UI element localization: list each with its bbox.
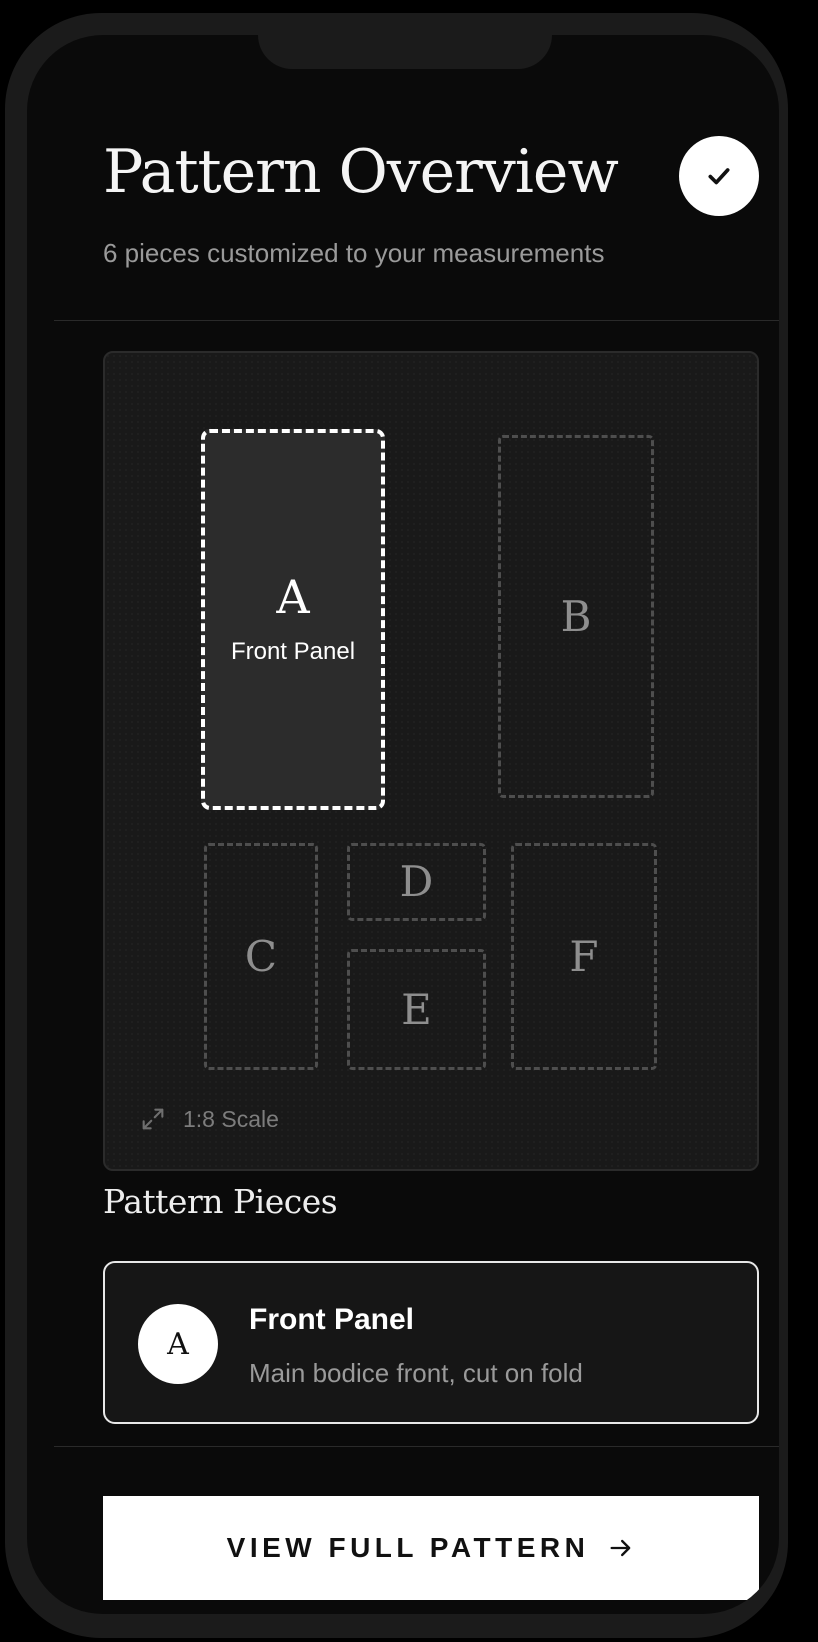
piece-letter: E <box>401 984 432 1034</box>
page-subtitle: 6 pieces customized to your measurements <box>103 238 605 268</box>
piece-badge: A <box>138 1304 218 1384</box>
arrow-right-icon <box>610 1539 631 1557</box>
footer-divider <box>54 1446 779 1447</box>
piece-description: Main bodice front, cut on fold <box>249 1358 583 1388</box>
piece-letter: C <box>244 931 278 981</box>
pattern-piece-a[interactable]: A Front Panel <box>201 429 385 810</box>
piece-letter: B <box>560 591 592 641</box>
piece-letter: F <box>569 931 599 981</box>
app-screen: Pattern Overview 6 pieces customized to … <box>27 35 779 1614</box>
pattern-piece-d[interactable]: D <box>347 843 486 921</box>
cta-label: VIEW FULL PATTERN <box>226 1532 590 1563</box>
pattern-piece-b[interactable]: B <box>498 435 654 798</box>
header-divider <box>54 320 779 321</box>
expand-arrows-icon <box>142 1108 164 1130</box>
piece-letter: A <box>276 569 310 624</box>
device-notch <box>258 35 552 69</box>
page-title: Pattern Overview <box>103 137 619 207</box>
scale-label: 1:8 Scale <box>183 1105 279 1132</box>
pattern-layout-canvas: A Front Panel B C D E F 1:8 Scale <box>103 351 759 1171</box>
piece-name: Front Panel <box>249 1303 415 1336</box>
section-title: Pattern Pieces <box>103 1182 338 1221</box>
pattern-piece-f[interactable]: F <box>511 843 657 1070</box>
piece-letter: D <box>399 857 434 906</box>
pattern-piece-e[interactable]: E <box>347 949 486 1070</box>
pattern-piece-c[interactable]: C <box>204 843 318 1070</box>
scale-indicator: 1:8 Scale <box>139 1105 279 1133</box>
piece-card-front-panel[interactable]: A Front Panel Main bodice front, cut on … <box>103 1261 759 1424</box>
checkmark-icon <box>708 168 730 185</box>
piece-label: Front Panel <box>230 637 356 665</box>
confirm-button[interactable] <box>679 136 759 216</box>
view-full-pattern-button[interactable]: VIEW FULL PATTERN <box>103 1496 759 1600</box>
